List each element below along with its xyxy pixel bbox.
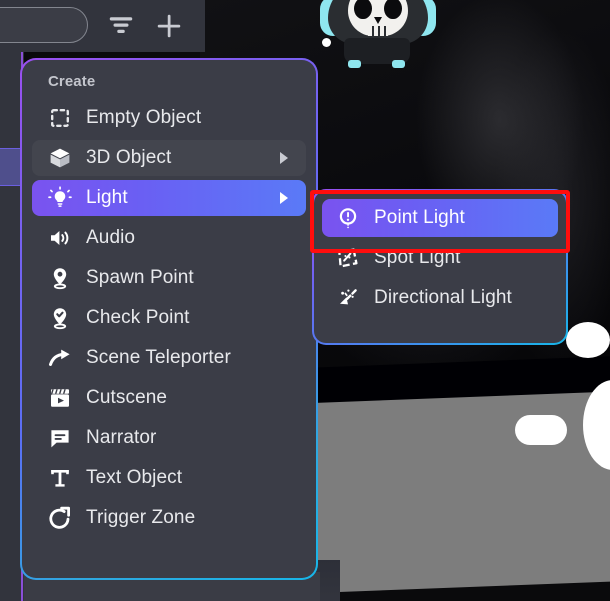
filter-icon[interactable] <box>106 11 136 41</box>
menu-item-check-point[interactable]: Check Point <box>32 300 306 336</box>
create-context-menu-body: Create Empty Object 3D Object Light Audi… <box>22 60 316 578</box>
menu-item-label: Text Object <box>86 467 183 488</box>
trigger-arrow-icon <box>46 505 74 531</box>
menu-item-label: Empty Object <box>86 107 202 128</box>
lightbulb-icon <box>46 185 74 211</box>
sidebar-selected-row[interactable] <box>0 148 22 186</box>
point-light-icon <box>334 205 362 231</box>
hierarchy-toolbar <box>0 0 205 52</box>
menu-item-narrator[interactable]: Narrator <box>32 420 306 456</box>
text-t-icon <box>46 465 74 491</box>
menu-item-cutscene[interactable]: Cutscene <box>32 380 306 416</box>
menu-item-audio[interactable]: Audio <box>32 220 306 256</box>
plus-icon[interactable] <box>154 11 184 41</box>
scene-white-capsule-lower <box>515 415 567 445</box>
directional-light-icon <box>334 285 362 311</box>
menu-item-label: Light <box>86 187 128 208</box>
clapperboard-icon <box>46 385 74 411</box>
mascot-orb <box>322 38 331 47</box>
submenu-item-label: Point Light <box>374 207 465 228</box>
menu-item-3d-object[interactable]: 3D Object <box>32 140 306 176</box>
pin-check-icon <box>46 305 74 331</box>
arrow-curve-icon <box>46 345 74 371</box>
empty-object-icon <box>46 105 74 131</box>
menu-item-spawn-point[interactable]: Spawn Point <box>32 260 306 296</box>
cube-icon <box>46 145 74 171</box>
submenu-item-spot-light[interactable]: Spot Light <box>322 239 558 277</box>
menu-item-trigger-zone[interactable]: Trigger Zone <box>32 500 306 536</box>
mascot-eye-left <box>354 0 372 19</box>
menu-item-label: Trigger Zone <box>86 507 196 528</box>
mascot-eye-right <box>384 0 402 19</box>
menu-item-label: Cutscene <box>86 387 168 408</box>
submenu-item-label: Directional Light <box>374 287 512 308</box>
menu-title: Create <box>48 73 96 90</box>
chevron-right-icon <box>280 192 288 204</box>
app-root: Create Empty Object 3D Object Light Audi… <box>0 0 610 601</box>
menu-item-label: Narrator <box>86 427 157 448</box>
menu-item-text-object[interactable]: Text Object <box>32 460 306 496</box>
mascot-foot-right <box>392 60 405 68</box>
create-context-menu: Create Empty Object 3D Object Light Audi… <box>20 58 318 580</box>
spot-light-icon <box>334 245 362 271</box>
chevron-right-icon <box>280 152 288 164</box>
mascot-nose <box>374 17 382 24</box>
speech-bubble-icon <box>46 425 74 451</box>
submenu-item-point-light[interactable]: Point Light <box>322 199 558 237</box>
submenu-item-label: Spot Light <box>374 247 461 268</box>
map-pin-icon <box>46 265 74 291</box>
menu-item-light[interactable]: Light <box>32 180 306 216</box>
menu-item-label: Audio <box>86 227 136 248</box>
mascot-foot-left <box>348 60 361 68</box>
scene-white-capsule-upper <box>566 322 610 358</box>
submenu-item-directional-light[interactable]: Directional Light <box>322 279 558 317</box>
skull-mascot-avatar <box>318 0 438 78</box>
light-submenu: Point Light Spot Light Directional Light <box>312 189 568 345</box>
menu-item-label: 3D Object <box>86 147 172 168</box>
menu-item-empty-object[interactable]: Empty Object <box>32 100 306 136</box>
menu-item-scene-teleporter[interactable]: Scene Teleporter <box>32 340 306 376</box>
speaker-icon <box>46 225 74 251</box>
menu-item-label: Check Point <box>86 307 190 328</box>
light-submenu-body: Point Light Spot Light Directional Light <box>314 191 566 343</box>
search-input[interactable] <box>0 7 88 43</box>
menu-item-label: Spawn Point <box>86 267 194 288</box>
menu-item-label: Scene Teleporter <box>86 347 231 368</box>
mascot-teeth <box>368 26 388 36</box>
